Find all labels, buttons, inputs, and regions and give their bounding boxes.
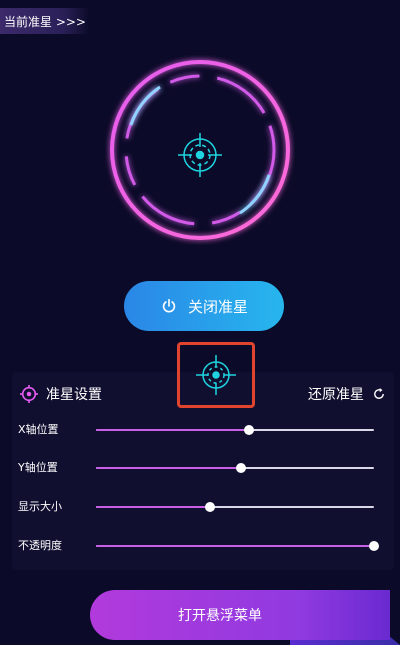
crosshair-preview-icon [196,355,236,395]
toggle-crosshair-label: 关闭准星 [187,297,248,316]
settings-header: 准星设置 [20,384,102,404]
slider-row-y-position: Y轴位置 [18,458,378,478]
current-crosshair-label: 当前准星 >>> [4,14,86,29]
restore-crosshair-label: 还原准星 [308,387,364,403]
refresh-icon [374,388,384,399]
toggle-crosshair-button[interactable]: 关闭准星 [124,281,284,331]
crosshair-icon [178,133,222,177]
slider-thumb[interactable] [204,502,215,512]
slider-row-x-position: X轴位置 [18,420,378,440]
crosshair-preview[interactable] [177,342,255,408]
slider-row-opacity: 不透明度 [18,536,379,556]
ring-graphic [110,60,290,240]
slider-fill [96,467,241,469]
slider-fill [96,506,210,508]
power-icon [162,298,176,313]
open-floating-menu-label: 打开悬浮菜单 [178,608,262,624]
restore-crosshair-button[interactable]: 还原准星 [308,384,386,404]
crosshair-ring-display [105,55,295,245]
current-crosshair-tag[interactable]: 当前准星 >>> [0,8,90,34]
target-icon [20,385,38,403]
slider-label: 不透明度 [18,539,62,552]
opacity-slider[interactable] [96,541,379,551]
slider-fill [96,429,249,431]
slider-label: 显示大小 [18,500,62,513]
slider-label: X轴位置 [18,423,59,436]
slider-thumb[interactable] [235,463,246,473]
slider-row-display-size: 显示大小 [18,497,378,517]
settings-title: 准星设置 [46,387,102,403]
x-position-slider[interactable] [96,425,374,435]
slider-thumb[interactable] [243,425,254,435]
y-position-slider[interactable] [96,463,374,473]
display-size-slider[interactable] [96,502,374,512]
slider-thumb[interactable] [369,541,379,551]
slider-label: Y轴位置 [18,461,58,474]
open-floating-menu-button[interactable]: 打开悬浮菜单 [90,590,390,640]
slider-fill [96,545,374,547]
